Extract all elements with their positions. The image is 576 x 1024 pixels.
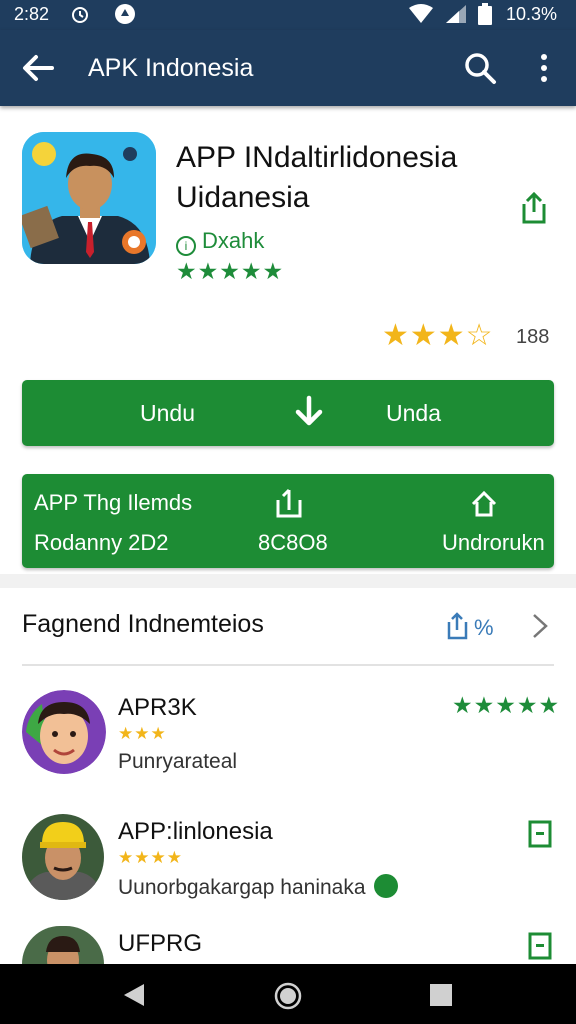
nav-home-icon[interactable] xyxy=(274,982,302,1010)
divider xyxy=(22,664,554,666)
battery-icon xyxy=(478,3,492,25)
search-icon[interactable] xyxy=(462,50,498,86)
info-card[interactable]: APP Thg Ilemds Rodanny 2D2 8C8O8 Undroru… xyxy=(22,474,554,568)
avatar xyxy=(22,926,104,964)
rating-stars: ★★★☆ xyxy=(382,319,494,352)
app-name: APP INdaltirlidonesia Uidanesia xyxy=(176,138,516,218)
more-vert-icon[interactable] xyxy=(530,50,558,86)
upload-icon xyxy=(276,488,302,518)
section-action-label: % xyxy=(474,615,494,640)
navigation-bar xyxy=(0,964,576,1024)
list-item-name: UFPRG xyxy=(118,930,202,957)
list-item-subtitle-row: Uunorbgakargap haninaka xyxy=(118,874,398,900)
home-outline-icon xyxy=(471,490,497,517)
info-line-1: APP Thg Ilemds xyxy=(34,490,193,515)
verified-check-icon xyxy=(373,874,398,898)
app-name-line-1: APP INdaltirlidonesia xyxy=(176,141,458,174)
list-item-name: APR3K xyxy=(118,694,197,721)
developer-rating-stars: ★★★★★ xyxy=(176,258,285,284)
info-right-label: Undrorukn xyxy=(442,530,545,555)
list-item-subtitle: Uunorbgakargap haninaka xyxy=(118,876,366,899)
bookmark-icon[interactable] xyxy=(528,820,552,848)
share-icon[interactable] xyxy=(516,190,552,226)
list-item-stars: ★★★ xyxy=(118,724,167,743)
avatar xyxy=(22,690,106,774)
notification-icon xyxy=(115,4,135,24)
developer-row[interactable]: i Dxahk xyxy=(176,228,264,256)
developer-badge-icon: i xyxy=(176,236,196,256)
status-bar: 2:82 10.3% xyxy=(0,0,576,30)
status-time: 2:82 xyxy=(14,4,50,24)
info-mid-value: 8C8O8 xyxy=(258,530,328,555)
install-button[interactable]: Undu Unda xyxy=(22,380,554,446)
nav-recents-icon[interactable] xyxy=(430,984,452,1006)
section-title: Fagnend Indnemteios xyxy=(22,610,264,638)
info-line-2: Rodanny 2D2 xyxy=(34,530,169,555)
wifi-icon xyxy=(409,4,433,23)
page-title: APK Indonesia xyxy=(88,54,254,82)
app-bar: APK Indonesia xyxy=(0,30,576,106)
list-item-stars: ★★★★ xyxy=(118,848,183,867)
share-percent-icon[interactable]: % xyxy=(446,612,498,640)
nav-back-icon[interactable] xyxy=(122,982,146,1008)
developer-name: Dxahk xyxy=(202,228,265,253)
list-item-name: APP:linlonesia xyxy=(118,818,273,845)
rating-count: 188 xyxy=(516,326,550,348)
back-arrow-icon[interactable] xyxy=(20,50,56,86)
chevron-right-icon[interactable] xyxy=(530,612,550,640)
install-left-label: Undu xyxy=(140,400,195,426)
list-item-rating-stars: ★★★★★ xyxy=(452,692,561,718)
install-right-label: Unda xyxy=(386,400,441,426)
download-icon xyxy=(295,395,323,426)
alarm-icon xyxy=(72,7,88,23)
avatar xyxy=(22,814,104,900)
app-name-line-2: Uidanesia xyxy=(176,181,310,214)
bookmark-icon[interactable] xyxy=(528,932,552,960)
app-icon xyxy=(22,132,156,264)
section-separator xyxy=(0,574,576,588)
signal-icon xyxy=(446,5,466,23)
battery-percentage: 10.3% xyxy=(506,4,558,24)
list-item-subtitle: Punryarateal xyxy=(118,750,238,773)
